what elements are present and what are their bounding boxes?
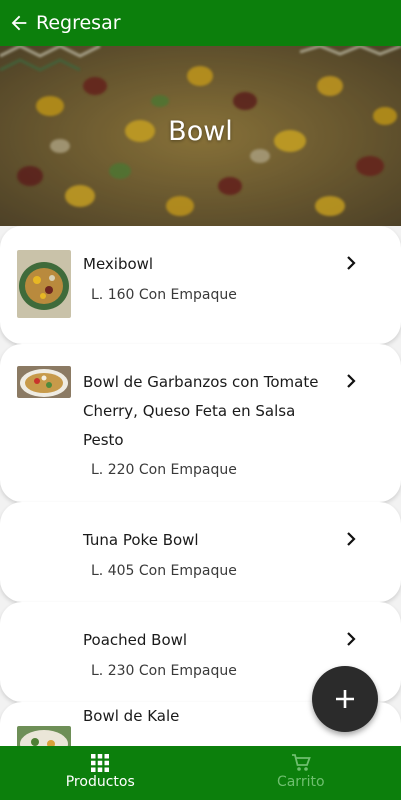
top-bar: Regresar (0, 0, 401, 46)
product-price: L. 405 Con Empaque (91, 563, 237, 579)
product-card[interactable]: Mexibowl L. 160 Con Empaque (0, 226, 401, 344)
product-name: Bowl de Kale (83, 707, 180, 725)
grid-icon (91, 754, 110, 772)
plus-icon (336, 690, 354, 708)
product-name: Bowl de Garbanzos con Tomate Cherry, Que… (83, 373, 319, 449)
chevron-right-icon (347, 256, 356, 270)
bottom-navigation: Productos Carrito (0, 746, 401, 800)
tab-carrito[interactable]: Carrito (201, 746, 401, 800)
back-button[interactable]: Regresar (8, 12, 121, 34)
product-card[interactable]: Bowl de Garbanzos con Tomate Cherry, Que… (0, 344, 401, 502)
category-hero-image: Bowl (0, 46, 401, 226)
product-price: L. 230 Con Empaque (91, 663, 237, 679)
product-price: L. 220 Con Empaque (91, 462, 237, 478)
tab-productos[interactable]: Productos (0, 746, 201, 800)
back-label: Regresar (36, 12, 121, 34)
product-card[interactable]: Tuna Poke Bowl L. 405 Con Empaque (0, 502, 401, 602)
product-image (17, 726, 71, 746)
product-price: L. 160 Con Empaque (91, 287, 237, 303)
cart-icon (291, 754, 311, 771)
chevron-right-icon (347, 532, 356, 546)
product-name: Poached Bowl (83, 631, 188, 649)
product-image (17, 366, 71, 398)
category-title: Bowl (168, 116, 233, 147)
tab-label: Carrito (276, 774, 325, 790)
product-name: Mexibowl (83, 255, 154, 273)
add-button[interactable] (312, 666, 378, 732)
product-name: Tuna Poke Bowl (83, 531, 199, 549)
arrow-left-icon (11, 15, 27, 31)
product-image (17, 250, 71, 318)
chevron-right-icon (347, 374, 356, 388)
chevron-right-icon (347, 632, 356, 646)
tab-label: Productos (65, 774, 135, 790)
